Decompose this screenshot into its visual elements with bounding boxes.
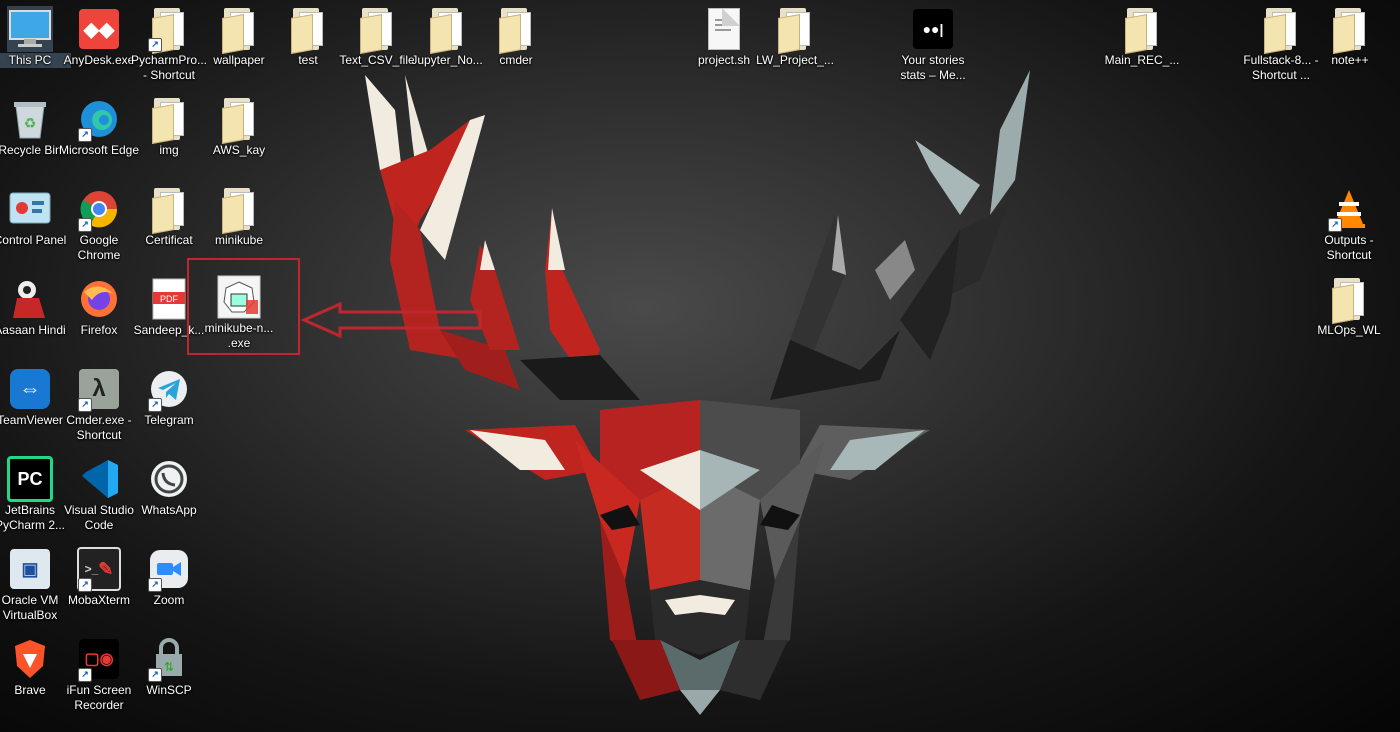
cmder-icon: λ ↗ [76, 366, 122, 412]
shortcut-arrow-icon: ↗ [78, 578, 92, 592]
pycharm-icon: PC [7, 456, 53, 502]
desktop-icon-label: MLOps_WL [1317, 323, 1381, 337]
desktop-icon-label: cmder [499, 53, 533, 67]
svg-text:♻: ♻ [24, 115, 37, 131]
anydesk-icon: ◆◆ [76, 6, 122, 52]
folder-icon [1258, 6, 1304, 54]
folder-icon [146, 96, 192, 144]
folder-icon [1326, 276, 1372, 324]
recycle-bin-icon: ♻ [7, 96, 53, 142]
folder-icon [354, 6, 400, 54]
desktop-icon[interactable]: ↗ Telegram [128, 366, 210, 428]
desktop-icon-label: Zoom [153, 593, 185, 607]
desktop-icon[interactable]: ⇅ ↗ WinSCP [128, 636, 210, 698]
medium-icon: ●●| [910, 6, 956, 52]
desktop-icon-label: Your stories stats – Me... [900, 53, 966, 82]
mobaxterm-icon: >_ ✎ ↗ [76, 546, 122, 592]
shortcut-arrow-icon: ↗ [1328, 218, 1342, 232]
desktop-icon[interactable]: ●●| Your stories stats – Me... [892, 6, 974, 83]
telegram-icon: ↗ [146, 366, 192, 412]
annotation-box [187, 258, 300, 355]
control-panel-icon [7, 186, 53, 232]
monitor-icon [7, 6, 53, 52]
virtualbox-icon: ▣ [7, 546, 53, 592]
desktop-icon-label: Telegram [144, 413, 194, 427]
folder-icon [1119, 6, 1165, 54]
edge-icon: ↗ [76, 96, 122, 142]
desktop-icon[interactable]: ↗ Zoom [128, 546, 210, 608]
shortcut-arrow-icon: ↗ [78, 668, 92, 682]
desktop-icon-label: WinSCP [146, 683, 192, 697]
desktop-icon[interactable]: ↗ Outputs - Shortcut [1308, 186, 1390, 263]
folder-icon [285, 6, 331, 54]
desktop-icon-label: project.sh [697, 53, 751, 67]
annotation-arrow [300, 301, 482, 339]
desktop-icon-label: LW_Project_... [756, 53, 834, 67]
desktop-icon[interactable]: LW_Project_... [754, 6, 836, 68]
folder-icon [493, 6, 539, 54]
folder-icon [1327, 6, 1373, 54]
ifun-icon: ▢◉ ↗ [76, 636, 122, 682]
desktop-icon[interactable]: WhatsApp [128, 456, 210, 518]
desktop-icon[interactable]: project.sh [683, 6, 765, 68]
desktop-icon[interactable]: cmder [475, 6, 557, 68]
shell-script-icon [701, 6, 747, 52]
zoom-icon: ↗ [146, 546, 192, 592]
shortcut-arrow-icon: ↗ [78, 128, 92, 142]
desktop-icon[interactable]: minikube [198, 186, 280, 248]
desktop-icon[interactable]: AWS_kay [198, 96, 280, 158]
vscode-icon [76, 456, 122, 502]
firefox-icon [76, 276, 122, 322]
folder-icon [216, 6, 262, 54]
shortcut-arrow-icon: ↗ [78, 398, 92, 412]
desktop-icon-label: Outputs - Shortcut [1324, 233, 1374, 262]
aasaan-hindi-icon [7, 276, 53, 322]
folder-icon [216, 96, 262, 144]
desktop-icon-label: minikube [214, 233, 264, 247]
desktop-icon[interactable]: Main_REC_... [1101, 6, 1183, 68]
folder-icon [424, 6, 470, 54]
desktop-icon-label: note++ [1331, 53, 1369, 67]
desktop-icon-label: WhatsApp [141, 503, 197, 517]
teamviewer-icon: ⇔ [7, 366, 53, 412]
desktop-icon[interactable]: note++ [1309, 6, 1391, 68]
desktop-icon[interactable]: MLOps_WL [1308, 276, 1390, 338]
folder-icon: ↗ [146, 6, 192, 54]
folder-icon [772, 6, 818, 54]
shortcut-arrow-icon: ↗ [148, 38, 162, 52]
folder-icon [146, 186, 192, 234]
svg-text:PDF: PDF [160, 294, 179, 304]
pdf-icon: PDF [146, 276, 192, 322]
desktop-icon-label: Main_REC_... [1104, 53, 1180, 67]
shortcut-arrow-icon: ↗ [148, 398, 162, 412]
shortcut-arrow-icon: ↗ [148, 668, 162, 682]
svg-text:⇅: ⇅ [164, 660, 174, 674]
whatsapp-icon [146, 456, 192, 502]
winscp-icon: ⇅ ↗ [146, 636, 192, 682]
desktop-icon-label: AWS_kay [212, 143, 266, 157]
vlc-icon: ↗ [1326, 186, 1372, 232]
shortcut-arrow-icon: ↗ [148, 578, 162, 592]
brave-icon [7, 636, 53, 682]
folder-icon [216, 186, 262, 234]
shortcut-arrow-icon: ↗ [78, 218, 92, 232]
chrome-icon: ↗ [76, 186, 122, 232]
